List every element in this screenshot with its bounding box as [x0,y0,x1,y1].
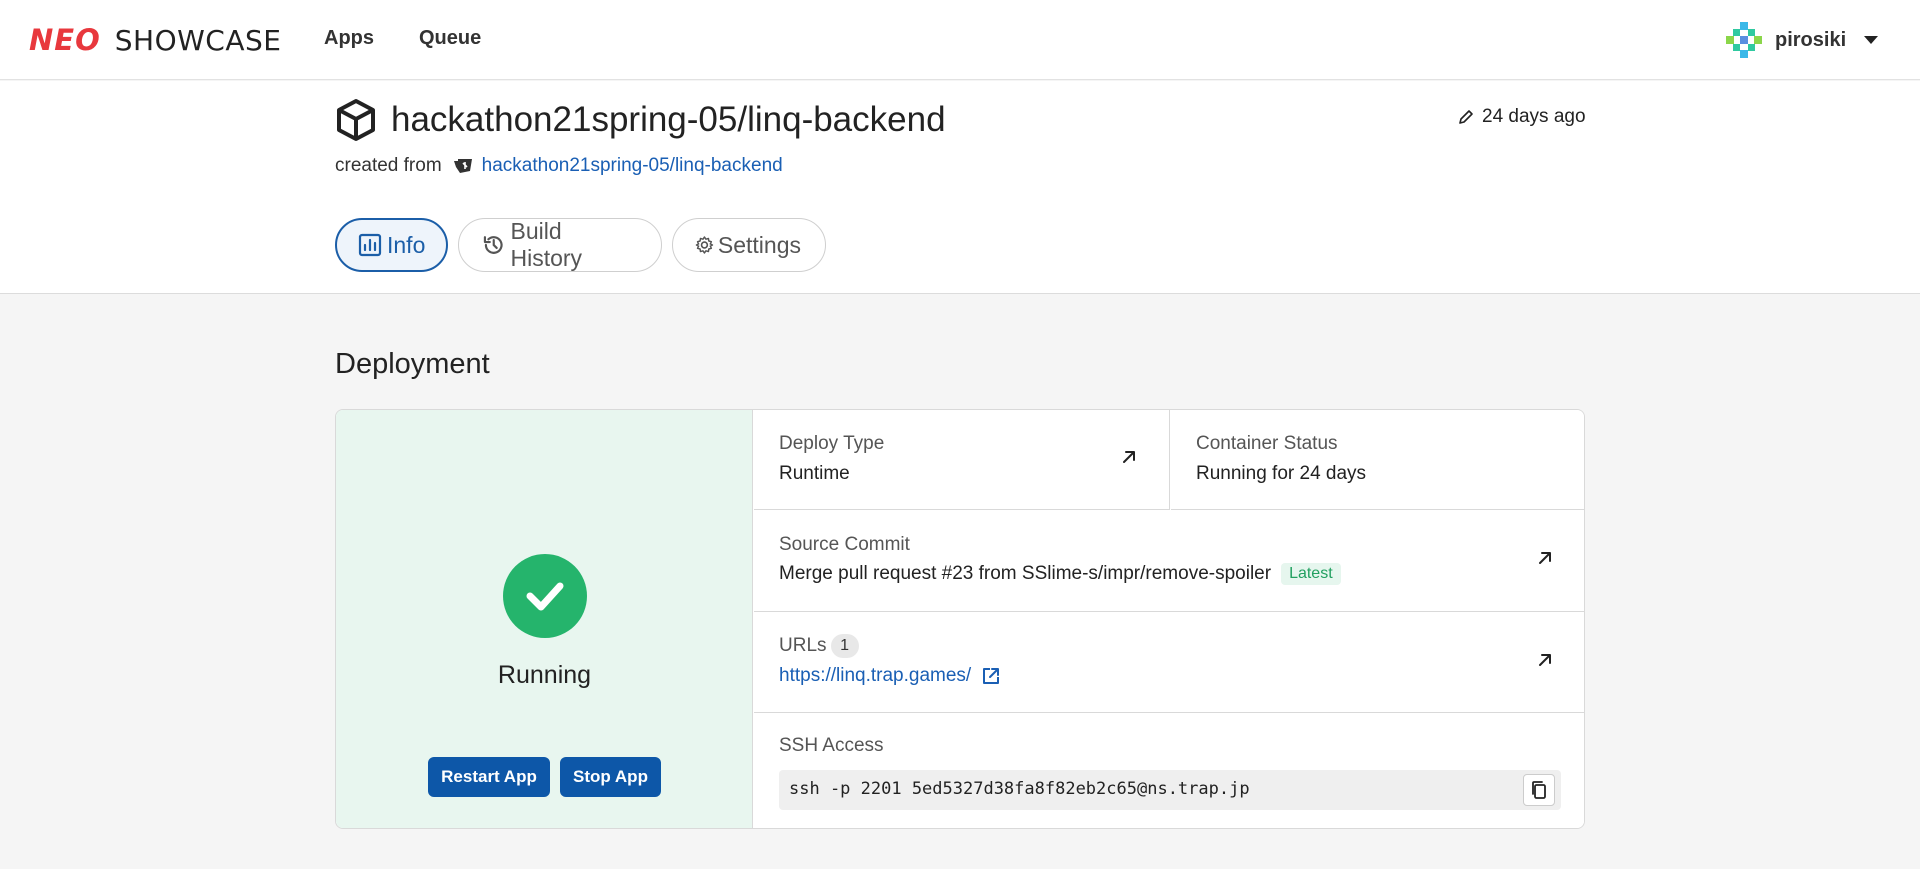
source-commit-label: Source Commit [779,534,910,555]
created-from-label: created from [335,155,442,176]
deploy-type-value: Runtime [779,463,850,484]
urls-count-badge: 1 [830,634,859,658]
container-status-cell: Container Status Running for 24 days [1171,410,1584,510]
app-url-link[interactable]: https://linq.trap.games/ [779,665,1001,687]
created-from: created from hackathon21spring-05/linq-b… [335,152,783,180]
user-menu[interactable]: pirosiki [1725,20,1879,60]
latest-badge: Latest [1281,563,1341,585]
app-url-text: https://linq.trap.games/ [779,665,972,686]
caret-down-icon [1864,36,1879,44]
arrow-up-right-icon[interactable] [1536,549,1554,567]
pencil-icon [1459,110,1473,124]
check-circle-icon [503,554,587,638]
logo-neo-text: NEO [29,23,101,57]
gear-icon [695,236,714,254]
arrow-up-right-icon[interactable] [1536,651,1554,669]
last-updated: 24 days ago [1458,106,1586,128]
page-title: hackathon21spring-05/linq-backend [391,100,946,139]
gitea-icon [453,159,472,173]
chart-bar-icon [358,233,382,257]
container-status-label: Container Status [1196,433,1338,454]
top-nav: NEO SHOWCASE Apps Queue pirosiki [0,0,1920,80]
nav-queue-link[interactable]: Queue [419,27,481,50]
urls-cell: URLs 1 https://linq.trap.games/ [754,613,1584,713]
deploy-type-cell: Deploy Type Runtime [754,410,1170,510]
ssh-command-text[interactable]: ssh -p 2201 5ed5327d38fa8f82eb2c65@ns.tr… [789,779,1250,799]
tab-settings[interactable]: Settings [672,218,826,272]
deployment-heading: Deployment [335,348,490,380]
tab-info[interactable]: Info [335,218,448,272]
box-icon [337,99,375,141]
external-link-icon [983,668,1000,684]
copy-button[interactable] [1523,774,1555,806]
restart-app-button[interactable]: Restart App [428,757,550,797]
neoshowcase-logo[interactable]: NEO SHOWCASE [29,23,281,57]
arrow-up-right-icon[interactable] [1120,448,1138,466]
app-tabs: Info Build History Settings [335,218,836,272]
tab-info-label: Info [387,231,426,258]
stop-app-button[interactable]: Stop App [560,757,661,797]
username: pirosiki [1775,28,1847,51]
urls-label-row: URLs 1 [779,634,859,658]
tab-build-history[interactable]: Build History [458,218,662,272]
source-commit-cell: Source Commit Merge pull request #23 fro… [754,511,1584,612]
app-header: hackathon21spring-05/linq-backend 24 day… [0,81,1920,294]
urls-label: URLs [779,635,827,656]
copy-icon [1532,781,1546,799]
tab-settings-label: Settings [717,231,801,258]
url-row: https://linq.trap.games/ [779,665,1001,687]
ssh-command-box: ssh -p 2201 5ed5327d38fa8f82eb2c65@ns.tr… [779,770,1561,810]
last-updated-text: 24 days ago [1482,106,1586,127]
container-status-value: Running for 24 days [1196,463,1367,484]
logo-showcase-text: SHOWCASE [114,23,282,57]
avatar [1726,22,1762,58]
app-status-text: Running [497,661,592,689]
history-icon [483,236,503,254]
deployment-card: Running Restart App Stop App Deploy Type… [335,409,1585,829]
tab-build-history-label: Build History [510,218,583,271]
ssh-access-cell: SSH Access ssh -p 2201 5ed5327d38fa8f82e… [754,714,1584,828]
nav-apps-link[interactable]: Apps [324,27,374,50]
app-title-row: hackathon21spring-05/linq-backend [335,97,946,143]
repository-link[interactable]: hackathon21spring-05/linq-backend [482,155,783,177]
source-commit-message: Merge pull request #23 from SSlime-s/imp… [779,563,1272,584]
status-pane: Running Restart App Stop App [336,410,753,828]
deploy-type-label: Deploy Type [779,433,885,454]
source-commit-row: Merge pull request #23 from SSlime-s/imp… [779,563,1341,585]
ssh-access-label: SSH Access [779,735,884,756]
